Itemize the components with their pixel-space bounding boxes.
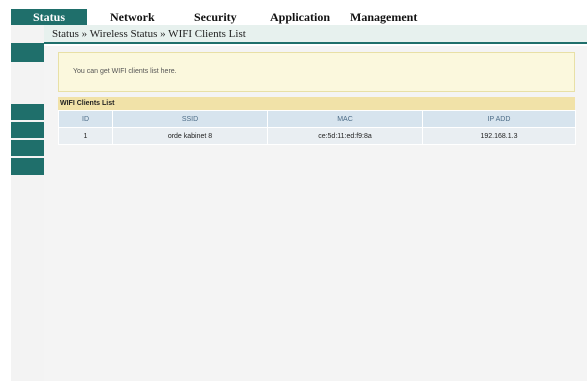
column-header-ssid: SSID — [112, 110, 268, 128]
tab-application[interactable]: Application — [270, 9, 330, 25]
column-header-id: ID — [58, 110, 113, 128]
wifi-clients-table: ID SSID MAC IP ADD 1 orde kabinet 8 ce:5… — [58, 110, 576, 145]
table-title: WIFI Clients List — [58, 97, 575, 110]
cell-mac: ce:5d:11:ed:f9:8a — [267, 127, 423, 145]
tab-security[interactable]: Security — [194, 9, 237, 25]
sidebar — [11, 25, 44, 381]
cell-id: 1 — [58, 127, 113, 145]
sidebar-item[interactable] — [11, 140, 44, 156]
main-content: You can get WIFI clients list here. WIFI… — [44, 46, 587, 381]
table-header-row: ID SSID MAC IP ADD — [58, 110, 576, 128]
sidebar-item[interactable] — [11, 122, 44, 138]
info-message: You can get WIFI clients list here. — [58, 52, 575, 92]
breadcrumb: Status » Wireless Status » WIFI Clients … — [44, 25, 587, 44]
tab-status[interactable]: Status — [11, 9, 87, 25]
column-header-mac: MAC — [267, 110, 423, 128]
top-navigation: Status Network Security Application Mana… — [0, 9, 587, 25]
cell-ssid: orde kabinet 8 — [112, 127, 268, 145]
table-row: 1 orde kabinet 8 ce:5d:11:ed:f9:8a 192.1… — [58, 127, 576, 145]
tab-management[interactable]: Management — [350, 9, 417, 25]
sidebar-item[interactable] — [11, 104, 44, 120]
sidebar-item[interactable] — [11, 158, 44, 175]
cell-ip: 192.168.1.3 — [422, 127, 576, 145]
column-header-ip: IP ADD — [422, 110, 576, 128]
sidebar-item[interactable] — [11, 43, 44, 62]
tab-network[interactable]: Network — [110, 9, 155, 25]
